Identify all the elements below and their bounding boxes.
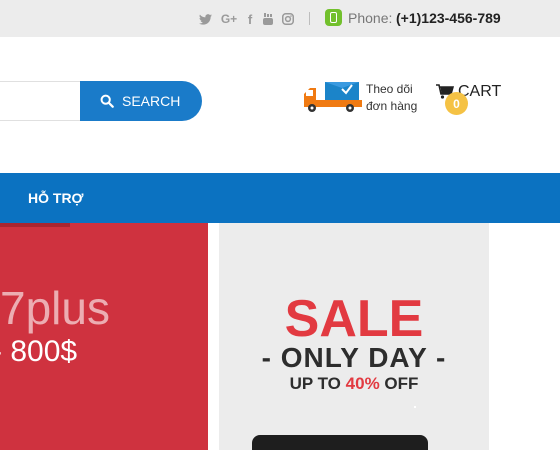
- delivery-truck-icon[interactable]: [302, 80, 364, 114]
- facebook-icon[interactable]: f: [245, 11, 255, 27]
- search-input[interactable]: [0, 81, 85, 121]
- cart-count-badge: 0: [445, 92, 468, 115]
- banner-sale[interactable]: SALE - ONLY DAY - UP TO 40% OFF: [219, 223, 489, 450]
- youtube-icon[interactable]: [261, 11, 275, 27]
- sale-offer-suffix: OFF: [384, 374, 419, 393]
- page: G+ f Phone: (+1)123-456-789 SEARCH Theo …: [0, 0, 560, 450]
- search-button[interactable]: SEARCH: [80, 81, 202, 121]
- search-button-label: SEARCH: [122, 93, 181, 109]
- google-plus-icon[interactable]: G+: [220, 11, 238, 27]
- phone-label: Phone:: [348, 10, 393, 26]
- phone-number[interactable]: (+1)123-456-789: [396, 10, 501, 26]
- twitter-icon[interactable]: [198, 11, 212, 27]
- order-tracking-line2: đơn hàng: [366, 99, 418, 113]
- product-device-image: [252, 435, 428, 450]
- nav-item-support[interactable]: HỖ TRỢ: [28, 190, 84, 206]
- order-tracking-link[interactable]: Theo dõi đơn hàng: [366, 81, 417, 115]
- banner-model-name: 7plus: [0, 282, 110, 334]
- phone-icon: [325, 9, 342, 26]
- sale-offer-prefix: UP TO: [289, 374, 341, 393]
- sale-offer: UP TO 40% OFF: [219, 375, 489, 392]
- top-bar: G+ f Phone: (+1)123-456-789: [0, 0, 560, 37]
- main-navigation: HỖ TRỢ: [0, 173, 560, 223]
- sale-offer-percent: 40%: [345, 374, 380, 393]
- topbar-divider: [309, 12, 310, 25]
- sale-dot: [414, 406, 416, 408]
- sale-subtitle: - ONLY DAY -: [261, 342, 447, 373]
- sale-title: SALE: [284, 290, 424, 348]
- banner-accent-strip: [0, 223, 70, 227]
- instagram-icon[interactable]: [281, 11, 295, 27]
- banner-price: - 800$: [0, 335, 78, 368]
- banner-phone-promo[interactable]: 7plus - 800$: [0, 223, 208, 450]
- search-icon: [100, 94, 114, 108]
- order-tracking-line1: Theo dõi: [366, 82, 413, 96]
